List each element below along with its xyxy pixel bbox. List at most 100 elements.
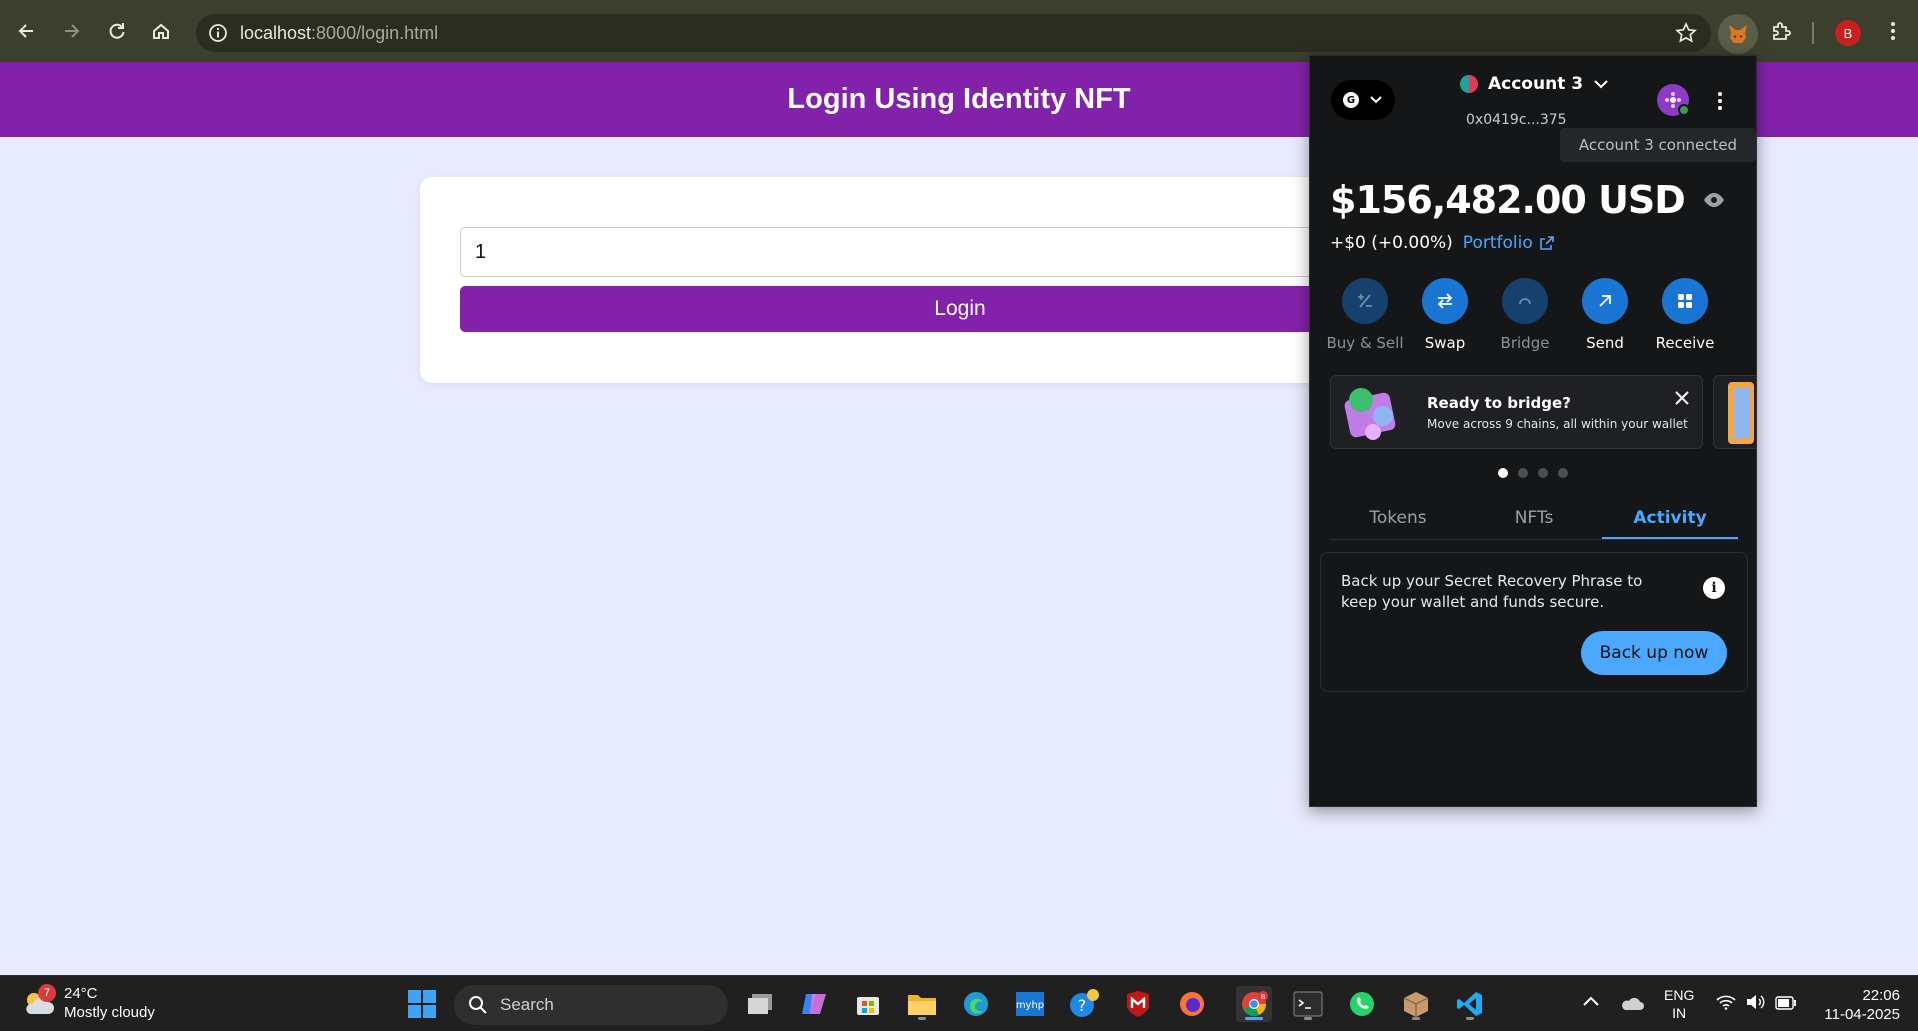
- backup-message: Back up your Secret Recovery Phrase to k…: [1341, 572, 1643, 611]
- wifi-icon[interactable]: [1716, 994, 1736, 1015]
- terminal-icon[interactable]: [1290, 986, 1326, 1022]
- address-bar[interactable]: localhost:8000/login.html: [196, 14, 1711, 52]
- banner-title: Ready to bridge?: [1427, 394, 1571, 412]
- forward-icon[interactable]: [56, 16, 86, 46]
- task-view-icon[interactable]: [742, 986, 778, 1022]
- next-promo-banner[interactable]: [1713, 375, 1757, 449]
- volume-icon[interactable]: [1745, 994, 1765, 1015]
- browser-toolbar: localhost:8000/login.html B: [0, 0, 1918, 62]
- connected-tooltip: Account 3 connected: [1560, 128, 1756, 162]
- battery-icon[interactable]: [1775, 996, 1797, 1015]
- buy-sell-button[interactable]: Buy & Sell: [1325, 278, 1405, 352]
- taskbar-search[interactable]: Search: [454, 985, 728, 1025]
- site-info-icon[interactable]: [206, 21, 230, 45]
- promo-art: [1728, 382, 1754, 444]
- extensions-puzzle-icon[interactable]: [1766, 16, 1796, 46]
- eye-icon[interactable]: [1703, 192, 1725, 208]
- url-text: localhost:8000/login.html: [240, 22, 439, 43]
- balance-value: $156,482.00 USD: [1330, 178, 1686, 222]
- close-icon[interactable]: [1674, 390, 1690, 406]
- page-title: Login Using Identity NFT: [787, 83, 1131, 115]
- more-options-icon[interactable]: [1710, 86, 1730, 116]
- account-identicon: [1460, 75, 1478, 93]
- portfolio-link[interactable]: Portfolio: [1463, 233, 1555, 253]
- balance: $156,482.00 USD: [1330, 178, 1725, 222]
- chevron-down-icon: [1594, 80, 1608, 89]
- clock[interactable]: 22:06 11-04-2025: [1816, 986, 1900, 1024]
- back-icon[interactable]: [12, 16, 42, 46]
- bridge-promo-art: [1344, 388, 1396, 440]
- weather-badge: 7: [38, 984, 56, 1002]
- carousel-dot[interactable]: [1558, 468, 1568, 478]
- microsoft-store-icon[interactable]: [850, 986, 886, 1022]
- myhp-icon[interactable]: myhp: [1012, 986, 1048, 1022]
- language-indicator[interactable]: ENG IN: [1664, 986, 1694, 1022]
- show-hidden-icons-icon[interactable]: [1582, 994, 1600, 1012]
- date: 11-04-2025: [1824, 1006, 1900, 1023]
- svg-text:8: 8: [1261, 993, 1265, 1001]
- bridge-icon: [1502, 278, 1548, 324]
- search-icon: [469, 996, 487, 1014]
- change-value: +$0 (+0.00%): [1330, 233, 1453, 253]
- time: 22:06: [1862, 987, 1900, 1004]
- swap-button[interactable]: Swap: [1405, 278, 1485, 352]
- toolbar-divider: [1812, 22, 1814, 44]
- reload-icon[interactable]: [102, 16, 132, 46]
- edge-icon[interactable]: [958, 986, 994, 1022]
- bridge-button[interactable]: Bridge: [1485, 278, 1565, 352]
- cloud-icon: 7: [22, 984, 56, 1018]
- banner-subtitle: Move across 9 chains, all within your wa…: [1427, 417, 1688, 431]
- svg-text:myhp: myhp: [1016, 1000, 1044, 1011]
- info-icon[interactable]: i: [1703, 577, 1725, 599]
- package-installer-icon[interactable]: [1398, 986, 1434, 1022]
- carousel-dot[interactable]: [1538, 468, 1548, 478]
- arrow-up-right-icon: [1582, 278, 1628, 324]
- connected-status-dot: [1678, 104, 1690, 116]
- connected-site-icon[interactable]: [1657, 84, 1690, 116]
- tab-nfts[interactable]: NFTs: [1466, 496, 1602, 539]
- account-address[interactable]: 0x0419c...375: [1466, 112, 1567, 128]
- balance-change: +$0 (+0.00%) Portfolio: [1330, 233, 1555, 253]
- network-avatar: G: [1343, 92, 1359, 108]
- account-picker[interactable]: Account 3: [1460, 74, 1609, 94]
- wallet-tabs: Tokens NFTs Activity: [1330, 496, 1738, 540]
- bridge-promo-banner[interactable]: Ready to bridge? Move across 9 chains, a…: [1330, 375, 1703, 449]
- metamask-fox-icon[interactable]: [1718, 14, 1758, 54]
- plus-minus-icon: [1342, 278, 1388, 324]
- back-up-now-button[interactable]: Back up now: [1581, 631, 1727, 675]
- temperature: 24°C: [64, 985, 98, 1002]
- help-icon[interactable]: ?: [1066, 986, 1102, 1022]
- mcafee-icon[interactable]: [1120, 986, 1156, 1022]
- chrome-icon[interactable]: 8: [1236, 986, 1272, 1022]
- swap-icon: [1422, 278, 1468, 324]
- vscode-icon[interactable]: [1452, 986, 1488, 1022]
- firefox-icon[interactable]: [1174, 986, 1210, 1022]
- onedrive-icon[interactable]: [1620, 996, 1644, 1017]
- search-placeholder: Search: [500, 995, 554, 1014]
- carousel-dots: [1498, 468, 1568, 478]
- copilot-icon[interactable]: [796, 986, 832, 1022]
- chrome-menu-icon[interactable]: [1878, 16, 1908, 46]
- bookmark-star-icon[interactable]: [1675, 21, 1697, 49]
- account-name: Account 3: [1488, 74, 1584, 94]
- chevron-down-icon: [1370, 96, 1382, 104]
- qr-icon: [1662, 278, 1708, 324]
- carousel-dot[interactable]: [1518, 468, 1528, 478]
- taskbar: 7 24°C Mostly cloudy Search myhp ? 8 ENG…: [0, 975, 1918, 1031]
- home-icon[interactable]: [146, 16, 176, 46]
- wallet-actions: Buy & Sell Swap Bridge Send Receive: [1325, 278, 1745, 352]
- tab-activity[interactable]: Activity: [1602, 496, 1738, 539]
- network-picker[interactable]: G: [1331, 80, 1395, 120]
- send-button[interactable]: Send: [1565, 278, 1645, 352]
- whatsapp-icon[interactable]: [1344, 986, 1380, 1022]
- weather-widget[interactable]: 7 24°C Mostly cloudy: [22, 984, 155, 1022]
- file-explorer-icon[interactable]: [904, 986, 940, 1022]
- profile-avatar[interactable]: B: [1835, 20, 1861, 46]
- external-link-icon: [1539, 236, 1554, 250]
- svg-text:?: ?: [1078, 996, 1087, 1015]
- windows-start-icon[interactable]: [404, 986, 440, 1022]
- receive-button[interactable]: Receive: [1645, 278, 1725, 352]
- carousel-dot[interactable]: [1498, 468, 1508, 478]
- backup-reminder: Back up your Secret Recovery Phrase to k…: [1320, 552, 1748, 692]
- tab-tokens[interactable]: Tokens: [1330, 496, 1466, 539]
